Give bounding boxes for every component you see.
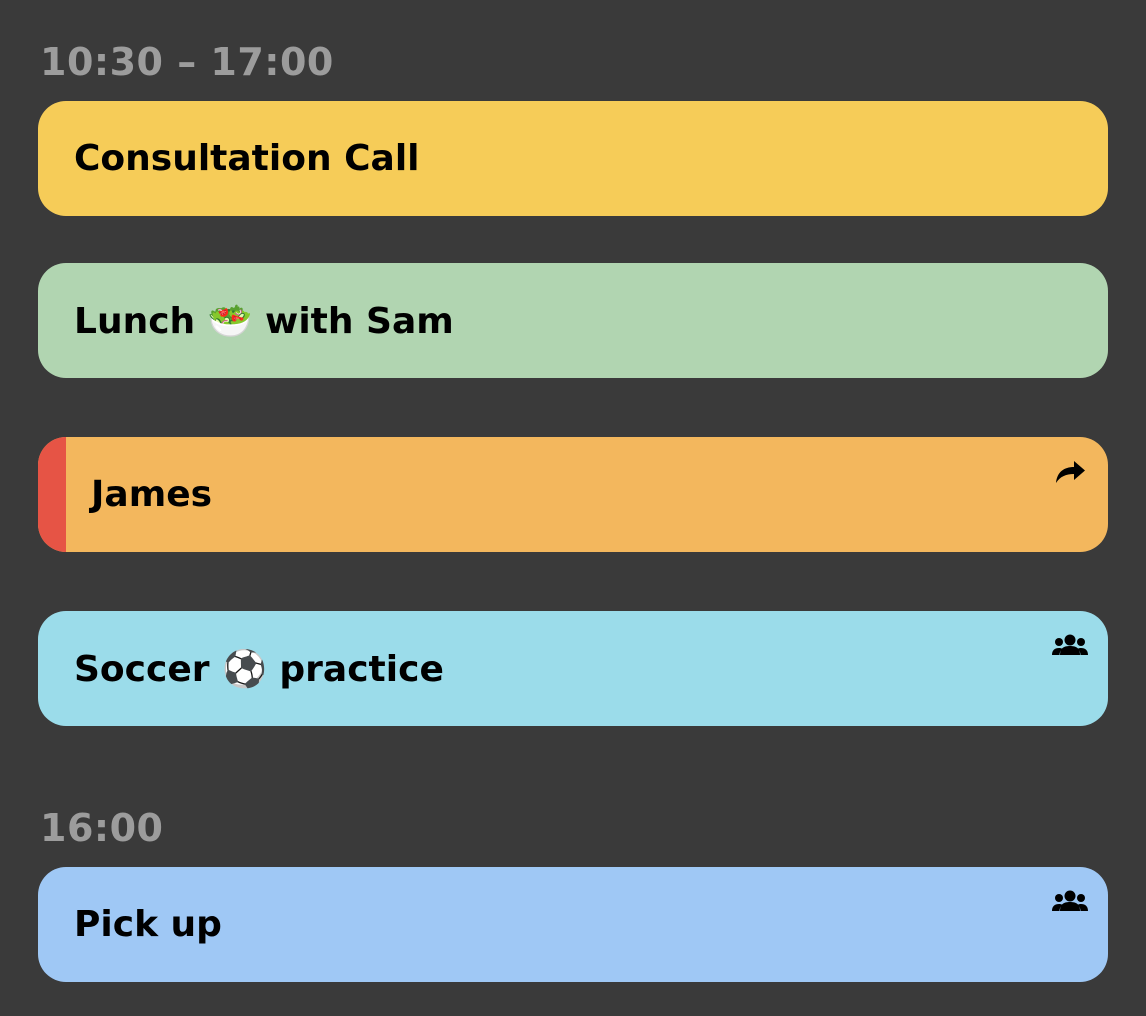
event-soccer-practice[interactable]: Soccer ⚽ practice <box>38 611 1108 726</box>
group-icon <box>1052 887 1088 917</box>
share-arrow-icon <box>1052 457 1088 487</box>
time-label: 16:00 <box>40 806 164 850</box>
event-james[interactable]: James <box>38 437 1108 552</box>
time-range-label: 10:30 – 17:00 <box>40 40 334 84</box>
event-title: Consultation Call <box>74 138 420 179</box>
event-title: Pick up <box>74 904 222 945</box>
event-title: Soccer ⚽ practice <box>74 648 444 690</box>
event-pick-up[interactable]: Pick up <box>38 867 1108 982</box>
event-lunch-with-sam[interactable]: Lunch 🥗 with Sam <box>38 263 1108 378</box>
event-title: Lunch 🥗 with Sam <box>74 300 454 342</box>
status-stripe <box>38 437 66 552</box>
group-icon <box>1052 631 1088 661</box>
event-consultation-call[interactable]: Consultation Call <box>38 101 1108 216</box>
